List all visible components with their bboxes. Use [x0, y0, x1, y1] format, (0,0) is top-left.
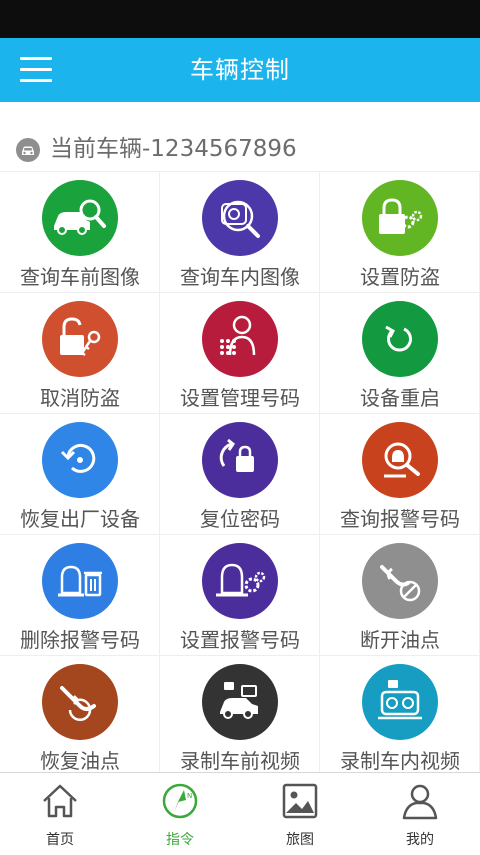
user-icon — [402, 784, 438, 820]
command-label: 查询车内图像 — [180, 265, 300, 289]
unlock-key-icon — [42, 301, 118, 377]
admin-keypad-icon — [202, 301, 278, 377]
svg-text:N: N — [187, 792, 192, 800]
command-label: 断开油点 — [360, 628, 440, 652]
home-icon — [43, 784, 77, 818]
lock-gear-icon — [362, 180, 438, 256]
command-label: 恢复出厂设备 — [20, 507, 140, 531]
command-set-admin-number[interactable]: 设置管理号码 — [160, 293, 320, 414]
tab-label: 指令 — [166, 832, 194, 848]
tab-gallery[interactable]: 旅图 — [240, 773, 360, 855]
gallery-icon — [282, 783, 318, 819]
app-bar: 车辆控制 — [0, 38, 480, 102]
command-disconnect-fuel[interactable]: 断开油点 — [320, 535, 480, 656]
command-set-alarm-number[interactable]: 设置报警号码 — [160, 535, 320, 656]
command-label: 取消防盗 — [40, 386, 120, 410]
alarm-delete-icon — [42, 543, 118, 619]
command-label: 设置管理号码 — [180, 386, 300, 410]
command-label: 录制车内视频 — [340, 749, 460, 773]
command-query-interior-image[interactable]: 查询车内图像 — [160, 172, 320, 293]
command-label: 查询报警号码 — [340, 507, 460, 531]
command-grid: 查询车前图像 查询车内图像 设置防盗 取消防盗 设置管理号码 设备重启 恢复出厂… — [0, 171, 480, 777]
command-label: 复位密码 — [200, 507, 280, 531]
command-query-front-image[interactable]: 查询车前图像 — [0, 172, 160, 293]
command-set-antitheft[interactable]: 设置防盗 — [320, 172, 480, 293]
command-label: 查询车前图像 — [20, 265, 140, 289]
command-label: 设备重启 — [360, 386, 440, 410]
interior-video-icon — [362, 664, 438, 740]
command-record-front-video[interactable]: 录制车前视频 — [160, 656, 320, 777]
reset-password-icon — [202, 422, 278, 498]
car-magnify-icon — [42, 180, 118, 256]
command-label: 设置报警号码 — [180, 628, 300, 652]
restart-icon — [362, 301, 438, 377]
command-label: 设置防盗 — [360, 265, 440, 289]
bottom-tab-bar: 首页 N 指令 旅图 我的 — [0, 772, 480, 854]
command-label: 恢复油点 — [40, 749, 120, 773]
command-label: 删除报警号码 — [20, 628, 140, 652]
compass-icon: N — [162, 783, 198, 819]
tab-label: 我的 — [406, 832, 434, 848]
command-record-interior-video[interactable]: 录制车内视频 — [320, 656, 480, 777]
tab-home[interactable]: 首页 — [0, 773, 120, 855]
command-label: 录制车前视频 — [180, 749, 300, 773]
command-cancel-antitheft[interactable]: 取消防盗 — [0, 293, 160, 414]
current-vehicle: 当前车辆-1234567896 — [0, 128, 480, 170]
car-icon — [16, 138, 40, 162]
command-device-restart[interactable]: 设备重启 — [320, 293, 480, 414]
command-query-alarm-number[interactable]: 查询报警号码 — [320, 414, 480, 535]
alarm-settings-icon — [202, 543, 278, 619]
factory-reset-icon — [42, 422, 118, 498]
tab-label: 旅图 — [286, 832, 314, 848]
fuel-restore-icon — [42, 664, 118, 740]
car-interior-search-icon — [202, 180, 278, 256]
command-restore-fuel[interactable]: 恢复油点 — [0, 656, 160, 777]
current-vehicle-label: 当前车辆-1234567896 — [50, 136, 297, 162]
tab-commands[interactable]: N 指令 — [120, 773, 240, 855]
front-video-icon — [202, 664, 278, 740]
tab-label: 首页 — [46, 832, 74, 848]
command-delete-alarm-number[interactable]: 删除报警号码 — [0, 535, 160, 656]
tab-profile[interactable]: 我的 — [360, 773, 480, 855]
status-bar — [0, 0, 480, 38]
command-factory-reset[interactable]: 恢复出厂设备 — [0, 414, 160, 535]
page-title: 车辆控制 — [190, 56, 290, 84]
fuel-disconnect-icon — [362, 543, 438, 619]
alarm-search-icon — [362, 422, 438, 498]
command-reset-password[interactable]: 复位密码 — [160, 414, 320, 535]
